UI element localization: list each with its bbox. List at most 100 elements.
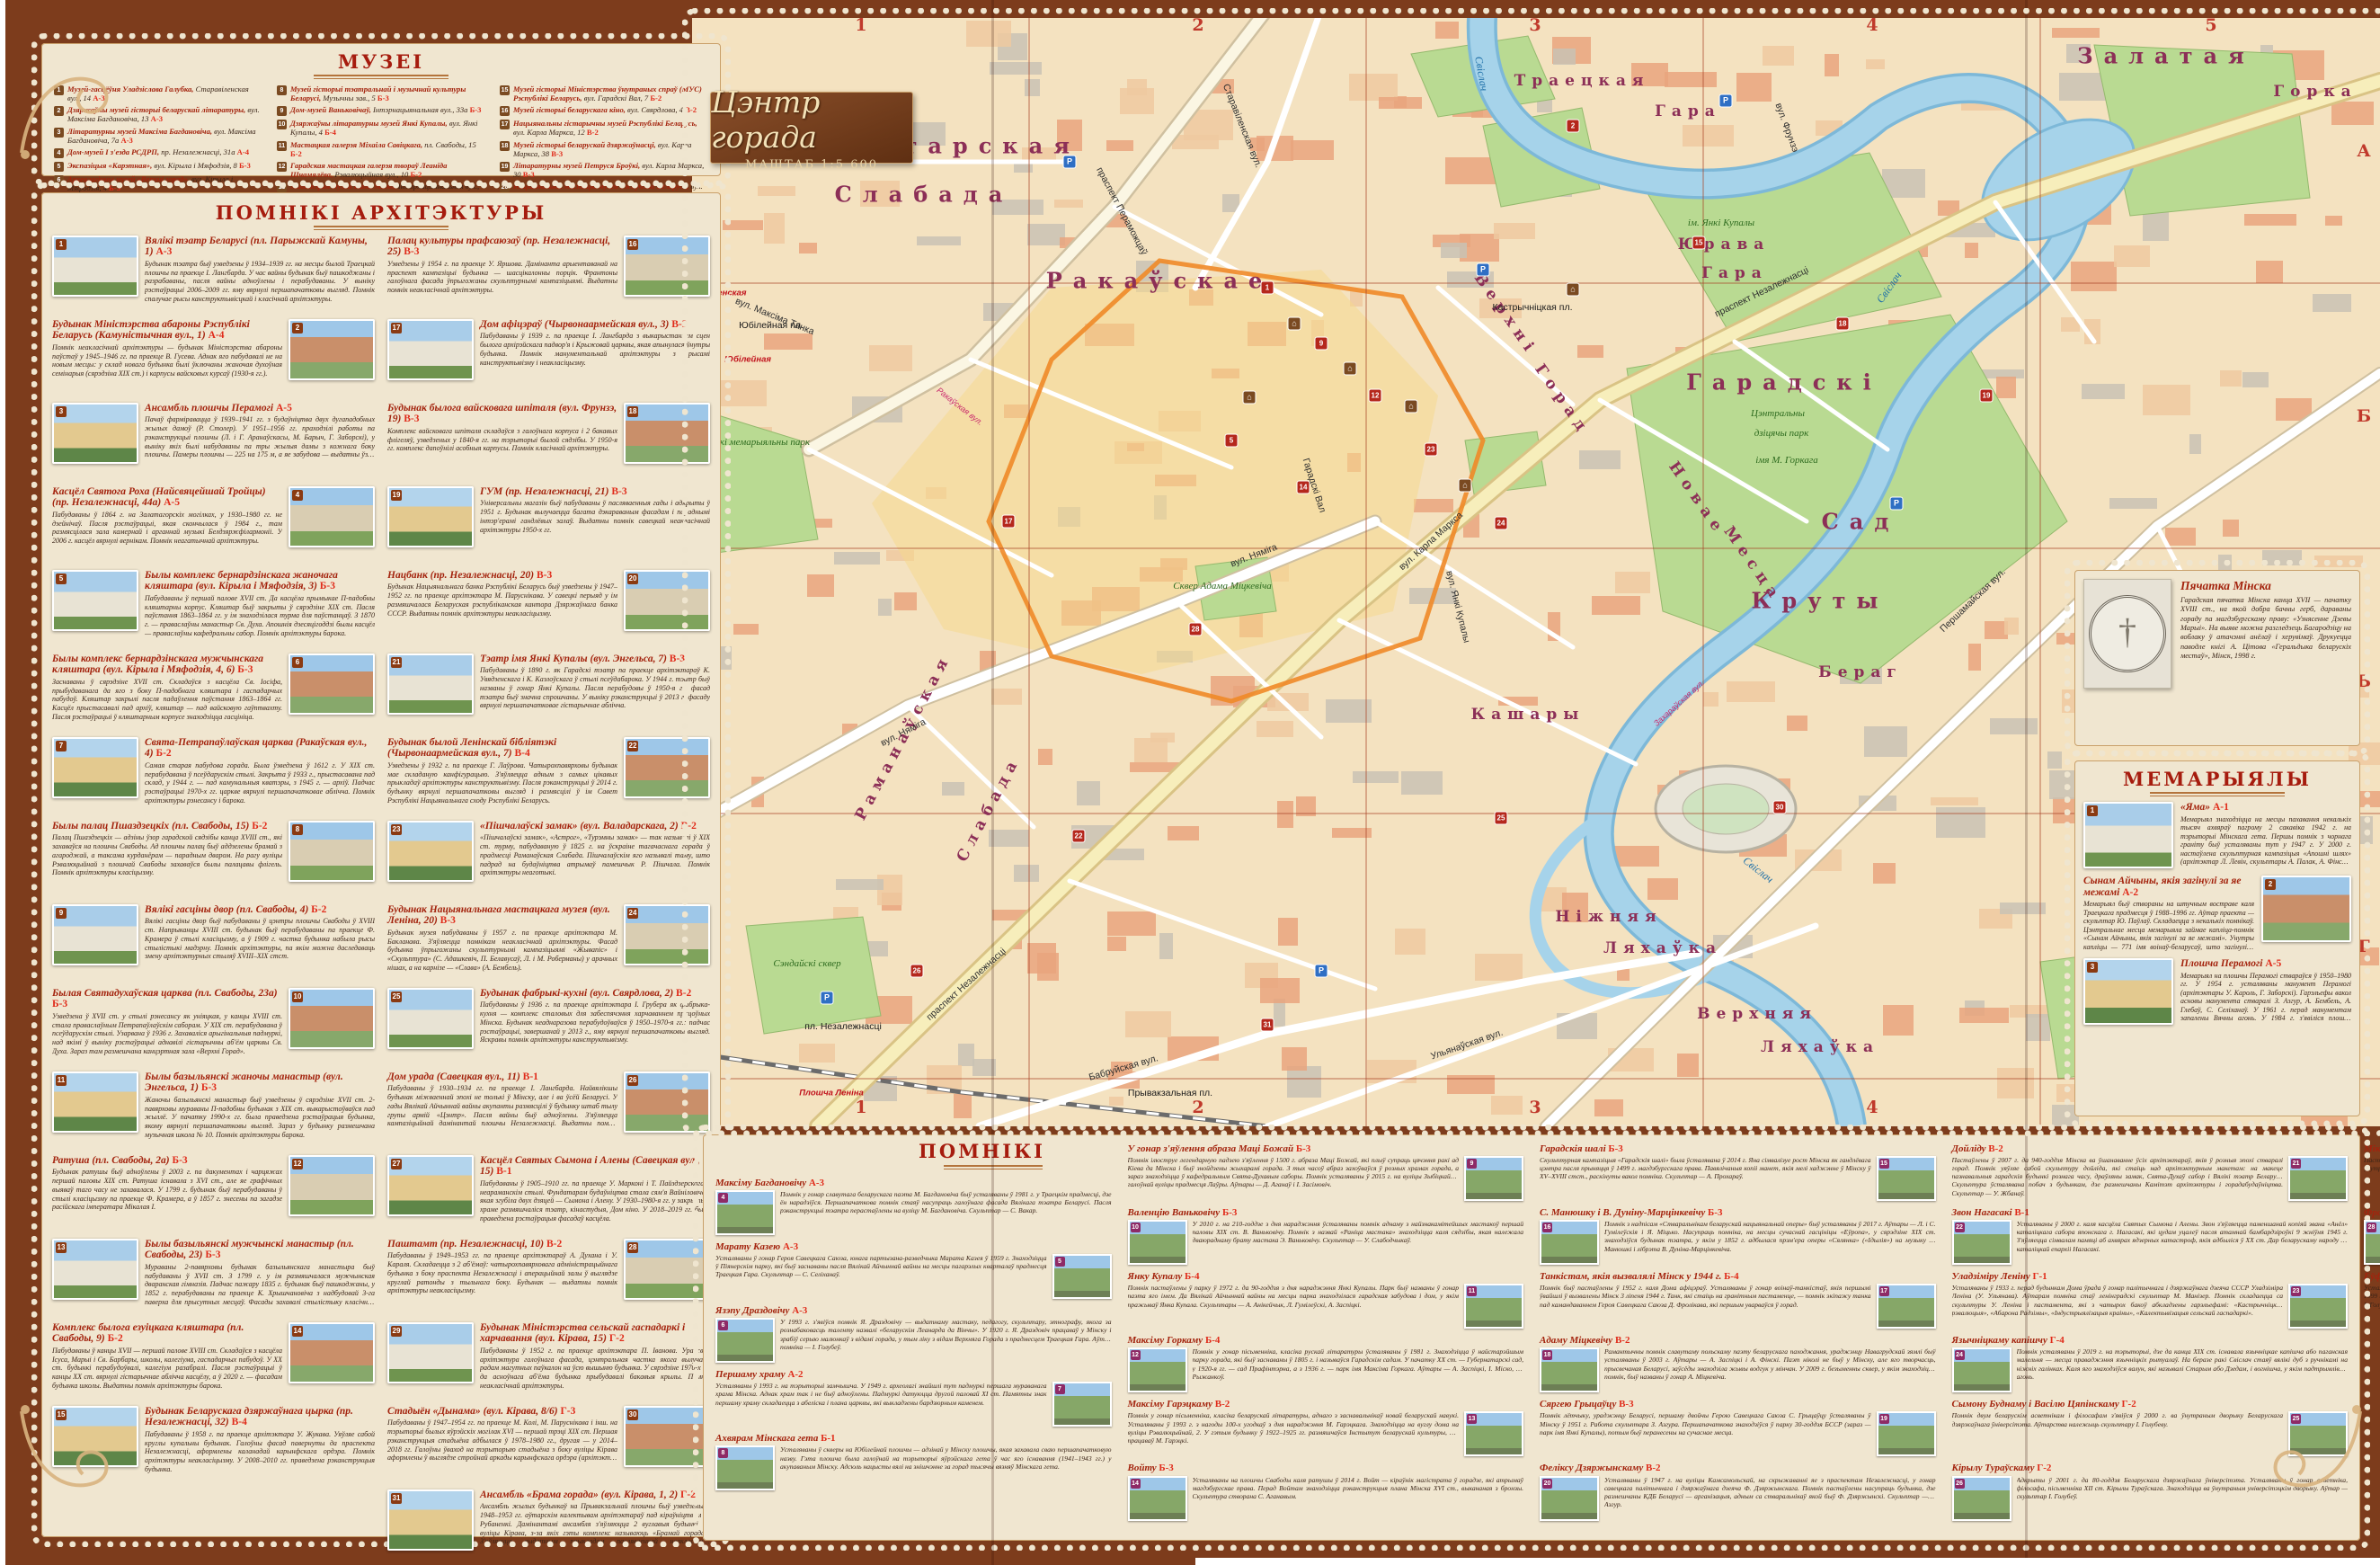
entry-grid-ref: В-1 (523, 1071, 538, 1082)
photo-thumbnail: 21 (2288, 1156, 2348, 1201)
entry-grid-ref: А-5 (276, 403, 292, 413)
minsk-seal-panel: Пячатка Мінска Гарадская пячатка Мінска … (2074, 570, 2360, 746)
photo-number-badge: 20 (1542, 1479, 1552, 1489)
photo-thumbnail: 2 (289, 319, 375, 380)
entry-title: Будынак былога вайсковага шпіталя (вул. … (387, 403, 617, 425)
photo-number-badge: 12 (292, 1159, 303, 1169)
entry-title: Дом урада (Савецкая вул., 11) В-1 (387, 1071, 617, 1082)
entry-title: Паштамт (пр. Незалежнасці, 10) В-2 (387, 1239, 617, 1249)
entry-address: (вул. Свярдлова, 2) (590, 988, 676, 999)
monument-entry: Максіму Багдановічу А-34Помнік у гонар с… (715, 1178, 1112, 1235)
monument-grid-ref: Б-3 (1296, 1143, 1310, 1154)
architecture-entry: 4Касцёл Святога Роха (Найсвяцейшай Тройц… (52, 486, 375, 564)
monument-title: Максіму Гарэцкаму В-2 (1128, 1399, 1524, 1409)
photo-thumbnail: 3 (2083, 958, 2173, 1025)
entry-address: (пл. Свабоды, 2а) (92, 1155, 172, 1166)
entry-name: Будынак Беларускага дзяржаўнага цырка (145, 1406, 336, 1417)
entry-name: Ансамбль плошчы Перамогі (145, 403, 276, 413)
entry-name: Палац культуры прафсаюзаў (387, 236, 523, 246)
entry-description: Будынак тэатра быў узведзены ў 1934–1939… (145, 260, 375, 304)
monument-body: 18Рамантычны помнік славутаму польскаму … (1540, 1347, 1936, 1392)
entry-description: Пачаў фарміравацца ў 1939–1941 гг. з буд… (145, 415, 375, 459)
museum-grid-ref: В-3 (551, 149, 563, 158)
monument-description: Помнік ілюструе легендарную падзею з'яўл… (1128, 1156, 1460, 1201)
monument-body: 28Помнік у гонар беларускага і ўсходнесл… (2364, 1220, 2380, 1265)
monument-body: 15Скульптурная кампазіцыя «Гарадскія шал… (1540, 1156, 1936, 1201)
monument-entry: Першаму храму А-27Усталяваны ў 1993 г. н… (715, 1369, 1112, 1427)
entry-text: Сынам Айчыны, якія загінулі за яе межамі… (2083, 876, 2254, 951)
entry-address: (пр. Незалежнасці, 10) (440, 1239, 546, 1249)
photo-number-badge: 9 (1467, 1159, 1477, 1169)
museum-list-item: 12Гарадская мастацкая галерэя твораў Леа… (277, 161, 485, 179)
photo-thumbnail: 27 (387, 1155, 474, 1216)
museum-list-item: 15Музей гісторыі Міністэрства ўнутраных … (500, 84, 708, 102)
monument-entry: Гарадскія шалі Б-315Скульптурная кампазі… (1540, 1143, 1936, 1201)
monument-entry: Францыску Скарыну Г-1 28Помнік у гонар бе… (2364, 1207, 2380, 1265)
entry-grid-ref: Б-2 (252, 821, 267, 831)
photo-thumbnail: 8 (289, 821, 375, 882)
architecture-entry: 13Былы базыльянскі мужчынскі манастыр (п… (52, 1239, 375, 1316)
monument-grid-ref: А-3 (783, 1241, 798, 1252)
architecture-entry: 8Былы палац Пшаздзецкіх (пл. Свабоды, 15… (52, 821, 375, 898)
monument-name: Кірылу Тураўскаму (1952, 1463, 2038, 1473)
entry-title: Будынак Міністэрства абароны Рэспублікі … (52, 319, 282, 342)
monument-title: Уладзіміру Леніну Г-1 (1952, 1271, 2349, 1282)
monument-title: Францыску Скарыну Г-1 (2364, 1207, 2380, 1218)
museum-list-item: 6Археалагічны музей «Верхні горад», вул.… (54, 174, 262, 192)
entry-grid-ref: Б-3 (320, 581, 335, 591)
monument-name: Марату Казею (715, 1241, 783, 1252)
entry-text: Дом афіцэраў (Чырвонаармейская вул., 3) … (480, 319, 710, 396)
entry-grid-ref: В-3 (404, 246, 419, 257)
entry-description: Вялікі гасціны двор быў пабудаваны ў цэн… (145, 917, 375, 961)
architecture-entry: 7Свята-Петрапаўлаўская царква (Ракаўская… (52, 737, 375, 814)
monument-title: Марату Казею А-3 (715, 1241, 1112, 1252)
entry-title: Будынак Беларускага дзяржаўнага цырка (п… (145, 1406, 375, 1428)
monument-body: 5Усталяваны ў гонар Героя Савецкага Саюз… (715, 1254, 1112, 1299)
entry-title: Вялікі гасціны двор (пл. Свабоды, 4) Б-2 (145, 904, 375, 915)
monument-grid-ref: В-2 (1646, 1463, 1661, 1473)
museum-name: Археалагічны музей «Верхні горад», (67, 174, 191, 183)
architecture-entry: 31Ансамбль «Брама горада» (вул. Кірава, … (387, 1489, 710, 1565)
entry-text: Былы комплекс бернардзінскага мужчынскаг… (52, 654, 282, 731)
museum-list-item: 11Мастацкая галерэя Міхаіла Савіцкага, п… (277, 140, 485, 158)
museum-address: Інтэрнацыянальная вул., 33а (373, 105, 470, 114)
entry-description: Узведзены ў 1932 г. па праекце Г. Лаўров… (387, 761, 617, 805)
museum-text: Музей гісторыі Міністэрства ўнутраных сп… (513, 84, 708, 102)
entry-title: Комплекс былога езуіцкага кляштара (пл. … (52, 1322, 282, 1345)
monument-name: Максіму Багдановічу (715, 1178, 809, 1188)
entry-text: Былы палац Пшаздзецкіх (пл. Свабоды, 15)… (52, 821, 282, 898)
monument-name: Войту (1128, 1463, 1159, 1473)
entry-grid-ref: Б-3 (173, 1155, 188, 1166)
entry-description: Узведзена ў XVII ст. у стылі рэнесансу я… (52, 1012, 282, 1056)
monument-name: Язэпу Драздовічу (715, 1305, 792, 1316)
monument-title: Феліксу Дзяржынскаму В-2 (1540, 1463, 1936, 1473)
entry-name: «Пішчалаўскі замак» (480, 821, 580, 831)
monument-description: Усталяваны ў 1947 г. на вуліцы Камсамоль… (1604, 1476, 1936, 1521)
architecture-entry: 11Былы базыльянскі жаночы манастыр (вул.… (52, 1071, 375, 1149)
monument-entry: У гонар з'яўлення абраза Маці Божай Б-39… (1128, 1143, 1524, 1201)
entry-address: (вул. Валадарскага, 2) (580, 821, 680, 831)
entry-text: Былы базыльянскі мужчынскі манастыр (пл.… (145, 1239, 375, 1316)
title-rule (314, 75, 448, 79)
entry-grid-ref: Г-3 (560, 1406, 575, 1417)
monument-description: Пастаўлены ў гонар беларускага паэта, аў… (2364, 1156, 2380, 1201)
photo-number-badge: 28 (627, 1242, 638, 1253)
photo-number-badge: 11 (1467, 1286, 1477, 1296)
monument-body: 22Усталяваны ў 2000 г. каля касцёла Свят… (1952, 1220, 2349, 1265)
entry-title: Будынак Міністэрства сельскай гаспадаркі… (480, 1322, 710, 1345)
monument-title: Звон Нагасакі В-1 (1952, 1207, 2349, 1218)
museum-name: Дом-музей Ваньковічаў, (290, 105, 373, 114)
monuments-title: ПОМНІКІ (919, 1140, 1045, 1162)
map-title: Цэнтр горада (711, 84, 912, 155)
photo-number-badge: 14 (1131, 1479, 1141, 1489)
entry-text: Дом урада (Савецкая вул., 11) В-1Пабудав… (387, 1071, 617, 1149)
museum-grid-ref: Б-4 (324, 128, 336, 137)
photo-thumbnail: 30 (624, 1406, 710, 1467)
photo-number-badge: 24 (1955, 1350, 1965, 1360)
entry-address: (пл. Свабоды, 15) (172, 821, 252, 831)
entry-address: (Савецкая вул., 11) (437, 1071, 523, 1082)
entry-description: Самая старая пабудова горада. Была ўзвед… (145, 761, 375, 805)
monument-description: Помнік у гонар славутага беларускага паэ… (780, 1190, 1112, 1235)
architecture-entry: 5Былы комплекс бернардзінскага жаночага … (52, 570, 375, 647)
entry-grid-ref: Б-3 (205, 1249, 220, 1260)
